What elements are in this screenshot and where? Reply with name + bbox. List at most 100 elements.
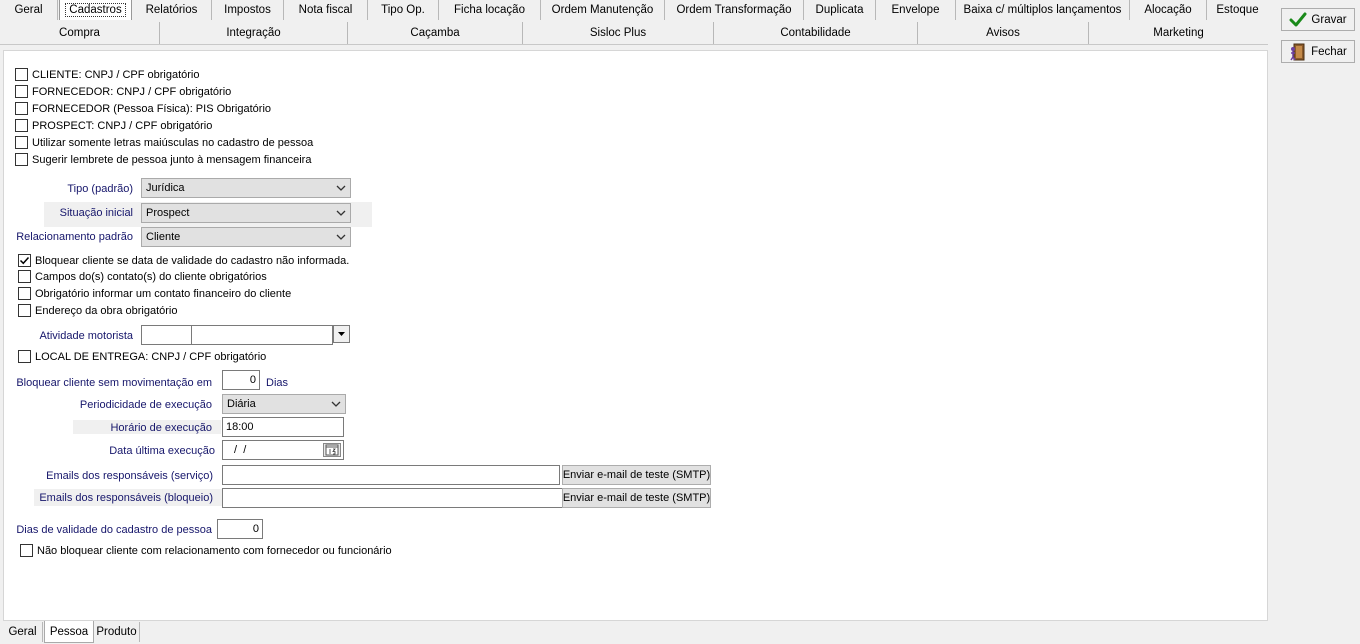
tab-ficha-locacao[interactable]: Ficha locação xyxy=(439,0,541,20)
emails-bloqueio-input[interactable] xyxy=(222,488,564,508)
atividade-label: Atividade motorista xyxy=(39,330,133,342)
chevron-down-icon xyxy=(331,401,341,407)
calendar-icon[interactable] xyxy=(323,443,341,457)
checkbox-box[interactable] xyxy=(15,119,28,132)
tab-compra[interactable]: Compra xyxy=(0,22,160,44)
tab-duplicata[interactable]: Duplicata xyxy=(804,0,876,20)
tab-geral[interactable]: Geral xyxy=(0,0,58,20)
atividade-dropdown-button[interactable] xyxy=(333,325,350,343)
bottom-tab-geral[interactable]: Geral xyxy=(3,622,43,642)
dias-validade-input[interactable]: 0 xyxy=(217,519,263,539)
tab-row-primary: Geral Cadastros Relatórios Impostos Nota… xyxy=(0,0,1268,20)
save-button-label: Gravar xyxy=(1311,13,1347,26)
tab-alocacao[interactable]: Alocação xyxy=(1130,0,1207,20)
bloquear-label: Bloquear cliente sem movimentação em xyxy=(16,377,212,389)
checkbox-maiusculas[interactable]: Utilizar somente letras maiúsculas no ca… xyxy=(15,136,313,149)
checkmark-icon xyxy=(19,256,30,265)
checkbox-box[interactable] xyxy=(20,544,33,557)
relacionamento-select[interactable]: Cliente xyxy=(141,227,351,247)
checkbox-prospect-cnpj[interactable]: PROSPECT: CNPJ / CPF obrigatório xyxy=(15,119,212,132)
bloquear-unit: Dias xyxy=(266,377,289,389)
exit-door-icon xyxy=(1290,43,1305,60)
checkbox-label: LOCAL DE ENTREGA: CNPJ / CPF obrigatório xyxy=(35,350,267,363)
tab-ordem-transformacao[interactable]: Ordem Transformação xyxy=(665,0,804,20)
checkbox-label: Não bloquear cliente com relacionamento … xyxy=(37,544,392,557)
tab-cadastros[interactable]: Cadastros xyxy=(59,0,132,20)
tab-nota-fiscal[interactable]: Nota fiscal xyxy=(284,0,368,20)
checkbox-box[interactable] xyxy=(18,254,31,267)
checkbox-label: Utilizar somente letras maiúsculas no ca… xyxy=(32,136,314,149)
close-button-label: Fechar xyxy=(1311,45,1347,58)
checkbox-fornecedor-cnpj[interactable]: FORNECEDOR: CNPJ / CPF obrigatório xyxy=(15,85,231,98)
checkmark-icon xyxy=(1289,12,1307,26)
tipo-select[interactable]: Jurídica xyxy=(141,178,351,198)
checkbox-box[interactable] xyxy=(18,287,31,300)
close-button[interactable]: Fechar xyxy=(1281,40,1355,63)
checkbox-box[interactable] xyxy=(18,350,31,363)
tab-integracao[interactable]: Integração xyxy=(160,22,348,44)
tab-impostos[interactable]: Impostos xyxy=(212,0,284,20)
periodicidade-select[interactable]: Diária xyxy=(222,394,346,414)
checkbox-label: Sugerir lembrete de pessoa junto à mensa… xyxy=(32,153,312,166)
tab-relatorios[interactable]: Relatórios xyxy=(132,0,212,20)
chevron-down-icon xyxy=(336,210,346,216)
checkbox-box[interactable] xyxy=(15,85,28,98)
atividade-desc-input[interactable] xyxy=(191,325,333,345)
tab-ordem-manutencao[interactable]: Ordem Manutenção xyxy=(541,0,665,20)
tab-contabilidade[interactable]: Contabilidade xyxy=(714,22,918,44)
checkbox-box[interactable] xyxy=(15,68,28,81)
chevron-down-icon xyxy=(336,234,346,240)
checkbox-box[interactable] xyxy=(15,136,28,149)
checkbox-fornecedor-pis[interactable]: FORNECEDOR (Pessoa Física): PIS Obrigató… xyxy=(15,102,271,115)
checkbox-cliente-cnpj[interactable]: CLIENTE: CNPJ / CPF obrigatório xyxy=(15,68,200,81)
checkbox-box[interactable] xyxy=(15,153,28,166)
tab-sisloc-plus[interactable]: Sisloc Plus xyxy=(523,22,714,44)
checkbox-contato-financeiro[interactable]: Obrigatório informar um contato financei… xyxy=(18,287,291,300)
dias-validade-label: Dias de validade do cadastro de pessoa xyxy=(16,524,212,536)
checkbox-box[interactable] xyxy=(18,270,31,283)
emails-servico-input[interactable] xyxy=(222,465,560,485)
emails-bloqueio-label: Emails dos responsáveis (bloqueio) xyxy=(39,492,213,504)
chevron-down-icon xyxy=(336,185,346,191)
checkbox-label: FORNECEDOR (Pessoa Física): PIS Obrigató… xyxy=(32,102,272,115)
relacionamento-label: Relacionamento padrão xyxy=(16,231,133,243)
checkbox-box[interactable] xyxy=(18,304,31,317)
situacao-select[interactable]: Prospect xyxy=(141,203,351,223)
atividade-code-input[interactable] xyxy=(141,325,192,345)
checkbox-endereco-obra[interactable]: Endereço da obra obrigatório xyxy=(18,304,177,317)
tab-baixa-multiplos[interactable]: Baixa c/ múltiplos lançamentos xyxy=(956,0,1130,20)
tab-envelope[interactable]: Envelope xyxy=(876,0,956,20)
situacao-label: Situação inicial xyxy=(59,207,133,219)
checkbox-label: PROSPECT: CNPJ / CPF obrigatório xyxy=(32,119,213,132)
checkbox-lembrete[interactable]: Sugerir lembrete de pessoa junto à mensa… xyxy=(15,153,311,166)
bottom-tab-pessoa[interactable]: Pessoa xyxy=(44,621,94,643)
tab-avisos[interactable]: Avisos xyxy=(918,22,1089,44)
checkbox-nao-bloquear[interactable]: Não bloquear cliente com relacionamento … xyxy=(20,544,392,557)
checkbox-box[interactable] xyxy=(15,102,28,115)
situacao-value: Prospect xyxy=(146,207,190,219)
tab-marketing[interactable]: Marketing xyxy=(1089,22,1268,44)
tab-estoque[interactable]: Estoque xyxy=(1207,0,1268,20)
tipo-value: Jurídica xyxy=(146,182,185,194)
bloquear-dias-input[interactable]: 0 xyxy=(222,370,260,390)
tab-cacamba[interactable]: Caçamba xyxy=(348,22,523,44)
checkbox-label: Campos do(s) contato(s) do cliente obrig… xyxy=(35,270,267,283)
checkbox-campos-contato[interactable]: Campos do(s) contato(s) do cliente obrig… xyxy=(18,270,267,283)
save-button[interactable]: Gravar xyxy=(1281,8,1355,31)
horario-input[interactable]: 18:00 xyxy=(222,417,344,437)
bottom-tab-produto[interactable]: Produto xyxy=(94,622,140,642)
smtp-test-bloqueio-button[interactable]: Enviar e-mail de teste (SMTP) xyxy=(562,488,711,508)
checkbox-bloquear-validade[interactable]: Bloquear cliente se data de validade do … xyxy=(18,254,349,267)
smtp-test-servico-button[interactable]: Enviar e-mail de teste (SMTP) xyxy=(562,465,711,485)
horario-label: Horário de execução xyxy=(110,422,212,434)
checkbox-label: CLIENTE: CNPJ / CPF obrigatório xyxy=(32,68,200,81)
checkbox-label: Bloquear cliente se data de validade do … xyxy=(35,254,350,267)
tab-row-secondary: Compra Integração Caçamba Sisloc Plus Co… xyxy=(0,22,1268,45)
tab-tipo-op[interactable]: Tipo Op. xyxy=(368,0,439,20)
checkbox-label: Endereço da obra obrigatório xyxy=(35,304,178,317)
checkbox-local-entrega[interactable]: LOCAL DE ENTREGA: CNPJ / CPF obrigatório xyxy=(18,350,266,363)
periodicidade-label: Periodicidade de execução xyxy=(79,399,212,411)
checkbox-label: FORNECEDOR: CNPJ / CPF obrigatório xyxy=(32,85,232,98)
data-ultima-value: / / xyxy=(231,444,247,456)
tipo-label: Tipo (padrão) xyxy=(67,183,133,195)
